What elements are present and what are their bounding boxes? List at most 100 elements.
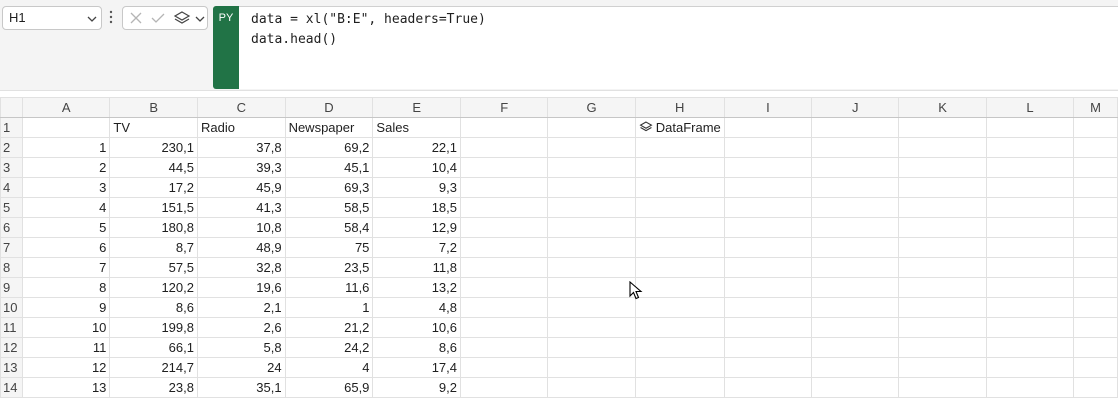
cell-E11[interactable]: 10,6 (372, 317, 461, 338)
cell-J3[interactable] (811, 157, 900, 178)
cell-J1[interactable] (811, 117, 900, 138)
row-header[interactable]: 13 (0, 357, 23, 378)
cell-F8[interactable] (459, 257, 549, 278)
cell-H6[interactable] (634, 217, 725, 238)
cell-H8[interactable] (634, 257, 725, 278)
cell-D5[interactable]: 58,5 (284, 197, 374, 218)
cell-H13[interactable] (634, 357, 725, 378)
cell-C2[interactable]: 37,8 (196, 137, 286, 158)
cell-M12[interactable] (1073, 337, 1118, 358)
cell-I2[interactable] (723, 137, 813, 158)
cell-K1[interactable] (898, 117, 987, 138)
cell-B11[interactable]: 199,8 (109, 317, 198, 338)
row-header[interactable]: 3 (0, 157, 23, 178)
cell-C7[interactable]: 48,9 (196, 237, 286, 258)
cell-B4[interactable]: 17,2 (109, 177, 198, 198)
cell-K13[interactable] (898, 357, 987, 378)
cell-E7[interactable]: 7,2 (372, 237, 461, 258)
cell-K2[interactable] (898, 137, 987, 158)
cell-E10[interactable]: 4,8 (372, 297, 461, 318)
python-output-icon[interactable] (173, 11, 191, 27)
cell-L7[interactable] (985, 237, 1075, 258)
cell-I13[interactable] (723, 357, 813, 378)
cell-L2[interactable] (985, 137, 1075, 158)
cell-M2[interactable] (1073, 137, 1118, 158)
cell-H14[interactable] (634, 377, 725, 398)
cell-F4[interactable] (459, 177, 549, 198)
cell-M11[interactable] (1073, 317, 1118, 338)
row-header[interactable]: 7 (0, 237, 23, 258)
cell-E3[interactable]: 10,4 (372, 157, 461, 178)
cell-M3[interactable] (1073, 157, 1118, 178)
cell-A5[interactable]: 4 (21, 197, 111, 218)
column-header-E[interactable]: E (372, 97, 461, 118)
cell-G8[interactable] (547, 257, 636, 278)
cancel-icon[interactable] (129, 11, 143, 25)
row-header[interactable]: 11 (0, 317, 23, 338)
cell-C14[interactable]: 35,1 (196, 377, 286, 398)
cell-C12[interactable]: 5,8 (196, 337, 286, 358)
cell-H12[interactable] (634, 337, 725, 358)
cell-L4[interactable] (985, 177, 1075, 198)
cell-I11[interactable] (723, 317, 813, 338)
cell-I3[interactable] (723, 157, 813, 178)
cell-E6[interactable]: 12,9 (372, 217, 461, 238)
column-header-H[interactable]: H (634, 97, 725, 118)
cell-H3[interactable] (634, 157, 725, 178)
cell-J9[interactable] (811, 277, 900, 298)
cell-L6[interactable] (985, 217, 1075, 238)
cell-J14[interactable] (811, 377, 900, 398)
row-header[interactable]: 8 (0, 257, 23, 278)
column-header-K[interactable]: K (898, 97, 987, 118)
cell-J7[interactable] (811, 237, 900, 258)
cell-A8[interactable]: 7 (21, 257, 111, 278)
cell-G9[interactable] (547, 277, 636, 298)
cell-L11[interactable] (985, 317, 1075, 338)
cell-F5[interactable] (459, 197, 549, 218)
cell-B3[interactable]: 44,5 (109, 157, 198, 178)
cell-I7[interactable] (723, 237, 813, 258)
cell-B7[interactable]: 8,7 (109, 237, 198, 258)
cell-C11[interactable]: 2,6 (196, 317, 286, 338)
cell-D11[interactable]: 21,2 (284, 317, 374, 338)
cell-C6[interactable]: 10,8 (196, 217, 286, 238)
cell-B5[interactable]: 151,5 (109, 197, 198, 218)
cell-E13[interactable]: 17,4 (372, 357, 461, 378)
cell-J5[interactable] (811, 197, 900, 218)
cell-D6[interactable]: 58,4 (284, 217, 374, 238)
cell-D3[interactable]: 45,1 (284, 157, 374, 178)
cell-J10[interactable] (811, 297, 900, 318)
column-header-A[interactable]: A (21, 97, 111, 118)
cell-M10[interactable] (1073, 297, 1118, 318)
cell-I1[interactable] (723, 117, 813, 138)
row-header[interactable]: 9 (0, 277, 23, 298)
cell-A10[interactable]: 9 (21, 297, 111, 318)
cell-F2[interactable] (459, 137, 549, 158)
cell-M1[interactable] (1073, 117, 1118, 138)
cell-C4[interactable]: 45,9 (196, 177, 286, 198)
cell-J2[interactable] (811, 137, 900, 158)
row-header[interactable]: 4 (0, 177, 23, 198)
cell-K9[interactable] (898, 277, 987, 298)
cell-J4[interactable] (811, 177, 900, 198)
cell-D4[interactable]: 69,3 (284, 177, 374, 198)
cell-B10[interactable]: 8,6 (109, 297, 198, 318)
column-header-J[interactable]: J (811, 97, 900, 118)
cell-F3[interactable] (459, 157, 549, 178)
cell-G6[interactable] (547, 217, 636, 238)
cell-H4[interactable] (634, 177, 725, 198)
cell-K7[interactable] (898, 237, 987, 258)
name-box[interactable]: H1 (2, 6, 102, 30)
cell-H5[interactable] (634, 197, 725, 218)
cell-D8[interactable]: 23,5 (284, 257, 374, 278)
confirm-icon[interactable] (151, 11, 165, 25)
cell-B8[interactable]: 57,5 (109, 257, 198, 278)
cell-G11[interactable] (547, 317, 636, 338)
cell-M4[interactable] (1073, 177, 1118, 198)
cell-F10[interactable] (459, 297, 549, 318)
row-header[interactable]: 2 (0, 137, 23, 158)
spreadsheet-grid[interactable]: ABCDEFGHIJKLM 1 TV Radio Newspaper Sales Data… (0, 97, 1118, 398)
cell-F7[interactable] (459, 237, 549, 258)
cell-F1[interactable] (459, 117, 549, 138)
cell-I10[interactable] (723, 297, 813, 318)
